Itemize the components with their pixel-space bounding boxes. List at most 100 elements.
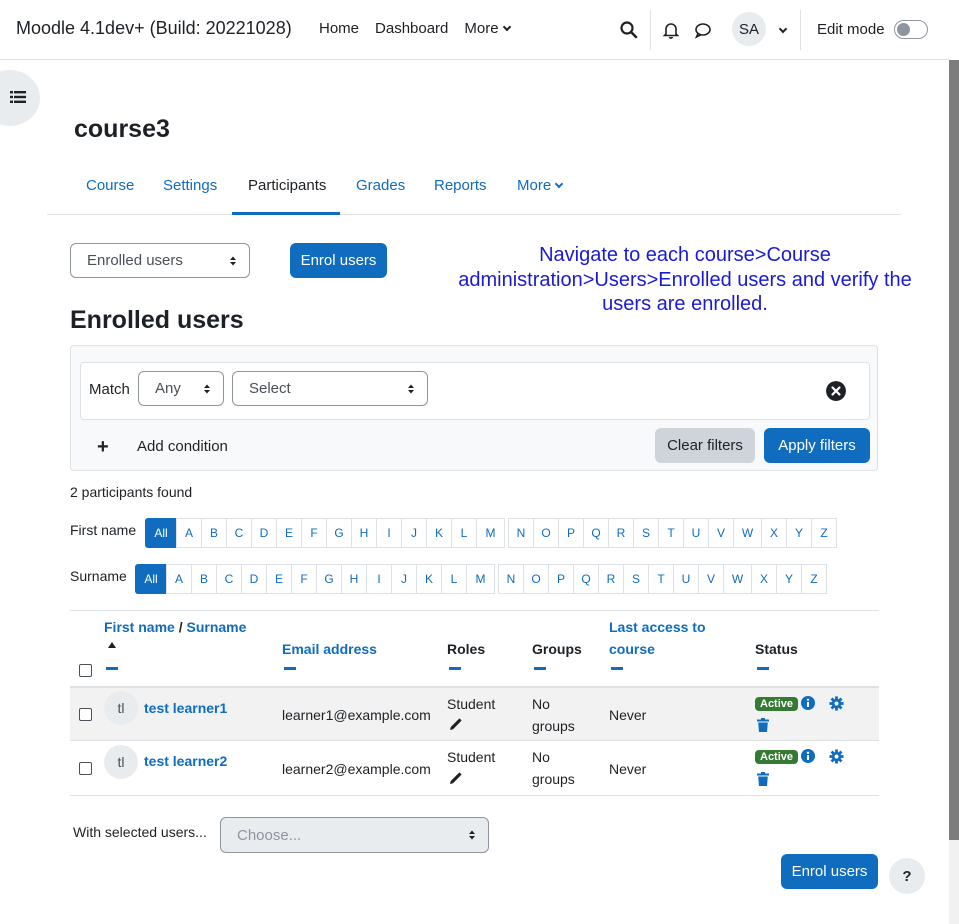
first-name-initial-e[interactable]: E — [276, 518, 302, 548]
tab-course[interactable]: Course — [86, 177, 134, 194]
surname-initial-m[interactable]: M — [466, 564, 495, 594]
bulk-action-select[interactable]: Choose... — [220, 817, 489, 853]
surname-initial-u[interactable]: U — [673, 564, 699, 594]
first-name-initial-x[interactable]: X — [761, 518, 787, 548]
sort-last-access-link[interactable]: Last access to course — [609, 616, 706, 660]
pencil-icon[interactable] — [448, 772, 462, 786]
first-name-initial-q[interactable]: Q — [583, 518, 609, 548]
edit-mode-toggle[interactable] — [894, 20, 928, 39]
tab-more[interactable]: More — [517, 177, 564, 194]
surname-initial-b[interactable]: B — [191, 564, 217, 594]
collapse-column-icon[interactable] — [611, 667, 623, 670]
enrol-users-bottom-button[interactable]: Enrol users — [781, 854, 878, 889]
apply-filters-button[interactable]: Apply filters — [764, 428, 870, 463]
first-name-initial-n[interactable]: N — [508, 518, 534, 548]
nav-dashboard[interactable]: Dashboard — [375, 20, 448, 37]
tab-participants[interactable]: Participants — [248, 177, 326, 194]
info-icon[interactable] — [801, 749, 815, 763]
surname-initial-all[interactable]: All — [135, 564, 167, 594]
remove-filter-icon[interactable] — [826, 381, 846, 401]
select-all-checkbox[interactable] — [79, 664, 92, 677]
pencil-icon[interactable] — [448, 718, 462, 732]
first-name-initial-all[interactable]: All — [145, 518, 177, 548]
surname-initial-e[interactable]: E — [266, 564, 292, 594]
surname-initial-d[interactable]: D — [241, 564, 267, 594]
user-menu-chevron-icon[interactable] — [778, 24, 788, 34]
surname-initial-h[interactable]: H — [341, 564, 367, 594]
surname-initial-s[interactable]: S — [623, 564, 649, 594]
first-name-initial-r[interactable]: R — [608, 518, 634, 548]
first-name-initial-o[interactable]: O — [533, 518, 559, 548]
first-name-initial-g[interactable]: G — [326, 518, 352, 548]
surname-initial-t[interactable]: T — [648, 564, 674, 594]
surname-initial-z[interactable]: Z — [801, 564, 827, 594]
first-name-initial-l[interactable]: L — [451, 518, 477, 548]
surname-initial-c[interactable]: C — [216, 564, 242, 594]
surname-initial-i[interactable]: I — [366, 564, 392, 594]
trash-icon[interactable] — [757, 772, 769, 786]
surname-initial-x[interactable]: X — [751, 564, 777, 594]
first-name-initial-d[interactable]: D — [251, 518, 277, 548]
first-name-initial-v[interactable]: V — [708, 518, 734, 548]
sort-first-name-link[interactable]: First name — [104, 619, 175, 635]
gear-icon[interactable] — [829, 696, 844, 711]
surname-initial-y[interactable]: Y — [776, 564, 802, 594]
info-icon[interactable] — [801, 696, 815, 710]
first-name-initial-y[interactable]: Y — [786, 518, 812, 548]
first-name-initial-f[interactable]: F — [301, 518, 327, 548]
surname-initial-g[interactable]: G — [316, 564, 342, 594]
first-name-initial-j[interactable]: J — [401, 518, 427, 548]
row-select-checkbox[interactable] — [79, 708, 92, 721]
help-button[interactable]: ? — [889, 858, 925, 894]
first-name-initial-u[interactable]: U — [683, 518, 709, 548]
collapse-column-icon[interactable] — [757, 667, 769, 670]
list-icon[interactable] — [10, 90, 26, 104]
first-name-initial-t[interactable]: T — [658, 518, 684, 548]
user-name-link[interactable]: test learner2 — [144, 753, 227, 769]
nav-more[interactable]: More — [464, 20, 511, 37]
first-name-initial-z[interactable]: Z — [811, 518, 837, 548]
surname-initial-p[interactable]: P — [548, 564, 574, 594]
first-name-initial-w[interactable]: W — [733, 518, 762, 548]
tab-reports[interactable]: Reports — [434, 177, 487, 194]
first-name-initial-a[interactable]: A — [176, 518, 202, 548]
surname-initial-n[interactable]: N — [498, 564, 524, 594]
trash-icon[interactable] — [757, 718, 769, 732]
user-avatar[interactable]: SA — [732, 12, 766, 46]
surname-initial-r[interactable]: R — [598, 564, 624, 594]
first-name-initial-m[interactable]: M — [476, 518, 505, 548]
surname-initial-l[interactable]: L — [441, 564, 467, 594]
surname-initial-j[interactable]: J — [391, 564, 417, 594]
tab-grades[interactable]: Grades — [356, 177, 405, 194]
user-name-link[interactable]: test learner1 — [144, 700, 227, 716]
collapse-column-icon[interactable] — [106, 667, 118, 670]
surname-initial-f[interactable]: F — [291, 564, 317, 594]
match-select[interactable]: Any — [138, 371, 224, 406]
surname-initial-q[interactable]: Q — [573, 564, 599, 594]
surname-initial-k[interactable]: K — [416, 564, 442, 594]
clear-filters-button[interactable]: Clear filters — [655, 428, 755, 463]
bell-icon[interactable] — [661, 20, 681, 40]
row-select-checkbox[interactable] — [79, 762, 92, 775]
first-name-initial-i[interactable]: I — [376, 518, 402, 548]
tab-settings[interactable]: Settings — [163, 177, 217, 194]
plus-icon[interactable]: + — [97, 436, 109, 459]
nav-home[interactable]: Home — [319, 20, 359, 37]
surname-initial-v[interactable]: V — [698, 564, 724, 594]
sort-email-link[interactable]: Email address — [282, 638, 377, 660]
site-brand[interactable]: Moodle 4.1dev+ (Build: 20221028) — [16, 18, 292, 39]
enrol-users-button[interactable]: Enrol users — [290, 243, 387, 278]
collapse-column-icon[interactable] — [284, 667, 296, 670]
first-name-initial-p[interactable]: P — [558, 518, 584, 548]
sort-surname-link[interactable]: Surname — [186, 619, 246, 635]
first-name-initial-c[interactable]: C — [226, 518, 252, 548]
surname-initial-o[interactable]: O — [523, 564, 549, 594]
chat-icon[interactable] — [693, 20, 713, 40]
collapse-column-icon[interactable] — [449, 667, 461, 670]
enrolment-page-select[interactable]: Enrolled users — [70, 243, 250, 278]
first-name-initial-k[interactable]: K — [426, 518, 452, 548]
search-icon[interactable] — [619, 20, 639, 40]
collapse-column-icon[interactable] — [534, 667, 546, 670]
first-name-initial-h[interactable]: H — [351, 518, 377, 548]
first-name-initial-s[interactable]: S — [633, 518, 659, 548]
